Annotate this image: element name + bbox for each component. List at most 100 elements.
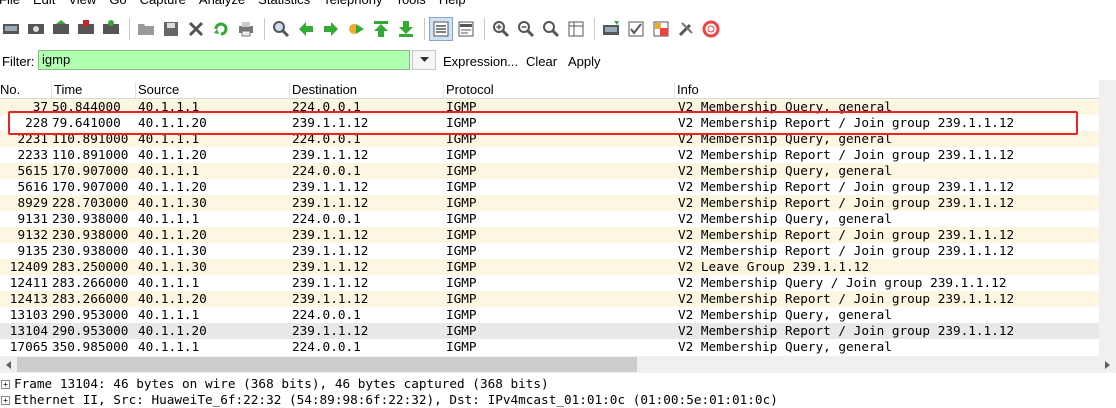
close-file-button[interactable] xyxy=(185,18,207,40)
packet-row[interactable]: 2233 110.891000 40.1.1.20 239.1.1.12 IGMP V2 … xyxy=(0,147,1116,163)
column-header-time[interactable]: Time xyxy=(51,82,82,98)
zoom-in-button[interactable] xyxy=(490,18,512,40)
menu-analyze[interactable]: Analyze xyxy=(199,0,245,8)
interface-list-icon xyxy=(3,24,19,34)
cell-time: 283.266000 xyxy=(52,275,129,290)
find-packet-button[interactable] xyxy=(270,18,292,40)
help-button[interactable] xyxy=(700,18,722,40)
go-to-packet-icon xyxy=(349,24,364,34)
expression-button[interactable]: Expression... xyxy=(443,54,518,69)
resize-columns-icon xyxy=(568,21,584,37)
column-header-no[interactable]: No. xyxy=(0,82,20,98)
go-first-button[interactable] xyxy=(370,18,392,40)
go-last-button[interactable] xyxy=(395,18,417,40)
packet-row[interactable]: 12411 283.266000 40.1.1.1 239.1.1.12 IGMP V2 … xyxy=(0,275,1116,291)
cell-dst: 239.1.1.12 xyxy=(292,323,369,338)
column-header-info[interactable]: Info xyxy=(674,82,699,98)
menu-view[interactable]: View xyxy=(68,0,96,8)
display-filters-button[interactable] xyxy=(625,18,647,40)
menu-edit[interactable]: Edit xyxy=(33,0,55,8)
cell-time: 230.938000 xyxy=(52,211,129,226)
expand-icon[interactable]: + xyxy=(1,396,10,405)
cell-info: V2 Membership Query, general xyxy=(678,211,892,226)
capture-filters-button[interactable] xyxy=(600,18,622,40)
display-filter-input[interactable]: igmp xyxy=(38,50,410,70)
packet-row[interactable]: 9135 230.938000 40.1.1.30 239.1.1.12 IGMP V2 … xyxy=(0,243,1116,259)
packet-row[interactable]: 13103 290.953000 40.1.1.1 224.0.0.1 IGMP V2 M… xyxy=(0,307,1116,323)
expand-icon[interactable]: + xyxy=(1,380,10,389)
stop-capture-icon xyxy=(78,20,94,34)
preferences-button[interactable] xyxy=(675,18,697,40)
go-forward-button[interactable] xyxy=(320,18,342,40)
save-file-icon xyxy=(164,22,178,36)
menu-telephony[interactable]: Telephony xyxy=(323,0,382,8)
menu-tools[interactable]: Tools xyxy=(395,0,425,8)
detail-tree-item[interactable]: + Frame 13104: 46 bytes on wire (368 bits… xyxy=(0,376,1116,392)
coloring-rules-icon xyxy=(653,21,669,37)
apply-filter-button[interactable]: Apply xyxy=(568,54,601,69)
column-header-protocol[interactable]: Protocol xyxy=(443,82,494,98)
cell-src: 40.1.1.1 xyxy=(138,339,200,354)
toolbar-separator xyxy=(594,18,595,40)
print-button[interactable] xyxy=(235,18,257,40)
menu-file[interactable]: File xyxy=(0,0,20,8)
cell-info: V2 Membership Report / Join group 239.1.… xyxy=(678,243,1015,258)
horizontal-scrollbar[interactable] xyxy=(0,356,1116,373)
restart-capture-button[interactable] xyxy=(100,18,122,40)
menu-capture[interactable]: Capture xyxy=(140,0,186,8)
cell-no: 5615 xyxy=(17,163,48,178)
go-to-packet-button[interactable] xyxy=(345,18,367,40)
menu-statistics[interactable]: Statistics xyxy=(258,0,310,8)
column-header-source[interactable]: Source xyxy=(135,82,179,98)
scroll-right-icon[interactable] xyxy=(1099,356,1116,373)
start-capture-button[interactable] xyxy=(50,18,72,40)
packet-row[interactable]: 9131 230.938000 40.1.1.1 224.0.0.1 IGMP V2 Me… xyxy=(0,211,1116,227)
open-file-button[interactable] xyxy=(135,18,157,40)
packet-row[interactable]: 12409 283.250000 40.1.1.30 239.1.1.12 IGMP V2… xyxy=(0,259,1116,275)
detail-tree-item[interactable]: + Ethernet II, Src: HuaweiTe_6f:22:32 (54… xyxy=(0,392,1116,408)
auto-scroll-button[interactable] xyxy=(455,18,477,40)
vertical-scrollbar[interactable] xyxy=(1099,80,1116,356)
cell-info: V2 Membership Report / Join group 239.1.… xyxy=(678,291,1015,306)
cell-no: 8929 xyxy=(17,195,48,210)
menu-go[interactable]: Go xyxy=(109,0,126,8)
annotation-highlight-box xyxy=(8,111,1078,135)
capture-options-button[interactable] xyxy=(25,18,47,40)
cell-src: 40.1.1.1 xyxy=(138,211,200,226)
save-file-button[interactable] xyxy=(160,18,182,40)
coloring-rules-button[interactable] xyxy=(650,18,672,40)
stop-capture-button[interactable] xyxy=(75,18,97,40)
normal-size-button[interactable] xyxy=(540,18,562,40)
capture-filters-icon xyxy=(603,21,619,35)
packet-row[interactable]: 8929 228.703000 40.1.1.30 239.1.1.12 IGMP V2 … xyxy=(0,195,1116,211)
packet-row[interactable]: 17065 350.985000 40.1.1.1 224.0.0.1 IGMP V2 M… xyxy=(0,339,1116,355)
packet-row[interactable]: 9132 230.938000 40.1.1.20 239.1.1.12 IGMP V2 … xyxy=(0,227,1116,243)
column-header-destination[interactable]: Destination xyxy=(289,82,357,98)
packet-row[interactable]: 5615 170.907000 40.1.1.1 224.0.0.1 IGMP V2 Me… xyxy=(0,163,1116,179)
menu-help[interactable]: Help xyxy=(439,0,466,8)
packet-details-pane: + Frame 13104: 46 bytes on wire (368 bits… xyxy=(0,376,1116,408)
scrollbar-thumb[interactable] xyxy=(17,357,637,372)
packet-row[interactable]: 12413 283.266000 40.1.1.20 239.1.1.12 IGMP V2… xyxy=(0,291,1116,307)
clear-filter-button[interactable]: Clear xyxy=(526,54,557,69)
go-back-button[interactable] xyxy=(295,18,317,40)
cell-proto: IGMP xyxy=(446,323,477,338)
packet-row[interactable]: 13104 290.953000 40.1.1.20 239.1.1.12 IGMP V2… xyxy=(0,323,1116,339)
cell-dst: 239.1.1.12 xyxy=(292,227,369,242)
colorize-button[interactable] xyxy=(429,17,453,41)
start-capture-icon xyxy=(53,20,69,34)
scroll-left-icon[interactable] xyxy=(0,356,17,373)
cell-info: V2 Membership Query, general xyxy=(678,163,892,178)
reload-button[interactable] xyxy=(210,18,232,40)
packet-row[interactable]: 5616 170.907000 40.1.1.20 239.1.1.12 IGMP V2 … xyxy=(0,179,1116,195)
detail-text: Frame 13104: 46 bytes on wire (368 bits)… xyxy=(14,376,549,391)
interface-list-button[interactable] xyxy=(0,18,22,40)
cell-proto: IGMP xyxy=(446,259,477,274)
filter-dropdown-button[interactable] xyxy=(412,50,436,70)
zoom-out-button[interactable] xyxy=(515,18,537,40)
cell-proto: IGMP xyxy=(446,339,477,354)
cell-proto: IGMP xyxy=(446,307,477,322)
print-icon xyxy=(239,22,253,37)
resize-columns-button[interactable] xyxy=(565,18,587,40)
go-last-icon xyxy=(399,21,413,37)
